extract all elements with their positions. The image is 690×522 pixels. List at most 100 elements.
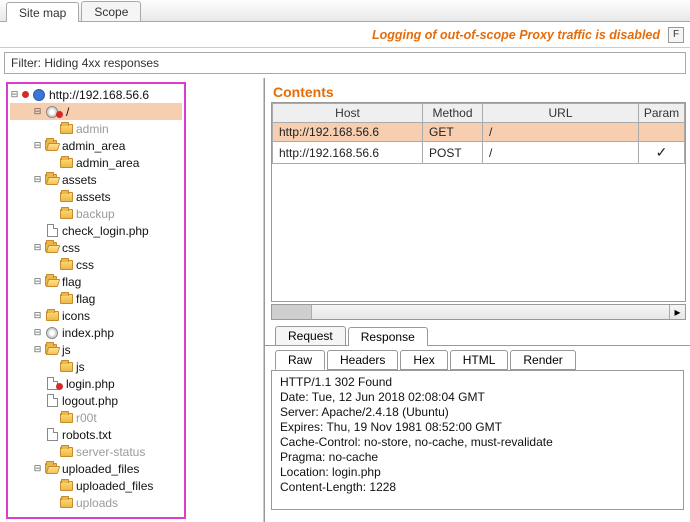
tree-node[interactable]: ⊟icons xyxy=(10,307,182,324)
scrollbar-thumb[interactable] xyxy=(272,305,312,319)
raw-line: Server: Apache/2.4.18 (Ubuntu) xyxy=(280,405,675,420)
top-tabs: Site map Scope xyxy=(0,0,690,22)
tab-hex[interactable]: Hex xyxy=(400,350,447,370)
expand-icon[interactable] xyxy=(47,481,56,490)
expand-icon[interactable] xyxy=(33,379,42,388)
tree-root[interactable]: ⊟ http://192.168.56.6 xyxy=(10,86,182,103)
expand-icon[interactable] xyxy=(47,260,56,269)
tree-node[interactable]: logout.php xyxy=(10,392,182,409)
tree-node[interactable]: assets xyxy=(10,188,182,205)
expand-icon[interactable]: ⊟ xyxy=(33,175,42,184)
scroll-right-icon[interactable]: ▸ xyxy=(669,305,685,319)
main-split: ·EEBUF ⊟ http://192.168.56.6 ⊟/admin⊟adm… xyxy=(0,78,690,522)
response-view-tabs: Raw Headers Hex HTML Render xyxy=(265,346,690,370)
expand-icon[interactable] xyxy=(47,192,56,201)
raw-line: Pragma: no-cache xyxy=(280,450,675,465)
table-row[interactable]: http://192.168.56.6GET/ xyxy=(273,123,685,142)
tree-node[interactable]: ⊟admin_area xyxy=(10,137,182,154)
tree-node-label: flag xyxy=(76,292,95,306)
response-raw-text[interactable]: HTTP/1.1 302 FoundDate: Tue, 12 Jun 2018… xyxy=(271,370,684,510)
col-method[interactable]: Method xyxy=(423,104,483,123)
tree-node-label: css xyxy=(62,241,80,255)
expand-icon[interactable]: ⊟ xyxy=(33,107,42,116)
tree-node[interactable]: ⊟ css xyxy=(10,239,182,256)
tree-node-label: / xyxy=(66,105,69,119)
expand-icon[interactable] xyxy=(47,498,56,507)
tree-node[interactable]: uploaded_files xyxy=(10,477,182,494)
tree-node[interactable]: ⊟flag xyxy=(10,273,182,290)
expand-icon[interactable]: ⊟ xyxy=(33,464,42,473)
tree-node[interactable]: ⊟js xyxy=(10,341,182,358)
folder-icon xyxy=(59,411,73,425)
contents-title: Contents xyxy=(265,78,690,102)
tab-request[interactable]: Request xyxy=(275,326,346,345)
expand-icon[interactable] xyxy=(47,294,56,303)
tree-node[interactable]: js xyxy=(10,358,182,375)
expand-icon[interactable] xyxy=(47,447,56,456)
tree-node[interactable]: flag xyxy=(10,290,182,307)
tree-node-label: robots.txt xyxy=(62,428,111,442)
horizontal-scrollbar[interactable]: ▸ xyxy=(271,304,686,320)
tree-node[interactable]: ⊟assets xyxy=(10,171,182,188)
tab-scope[interactable]: Scope xyxy=(81,1,141,21)
cell-method: POST xyxy=(423,142,483,164)
expand-icon[interactable]: ⊟ xyxy=(33,277,42,286)
expand-icon[interactable] xyxy=(47,413,56,422)
right-panel: Contents Host Method URL Param http://19… xyxy=(264,78,690,522)
folder-icon xyxy=(45,309,59,323)
col-host[interactable]: Host xyxy=(273,104,423,123)
issue-dot-icon xyxy=(56,383,63,390)
tree-node-label: assets xyxy=(76,190,111,204)
expand-icon[interactable]: ⊟ xyxy=(33,311,42,320)
tree-node[interactable]: login.php xyxy=(10,375,182,392)
expand-icon[interactable] xyxy=(47,209,56,218)
tree-node[interactable]: backup xyxy=(10,205,182,222)
expand-icon[interactable] xyxy=(33,430,42,439)
tab-render[interactable]: Render xyxy=(510,350,575,370)
gear-icon xyxy=(45,326,59,340)
expand-icon[interactable] xyxy=(33,396,42,405)
tree-highlight-box: ⊟ http://192.168.56.6 ⊟/admin⊟admin_area… xyxy=(6,82,186,519)
folder-icon xyxy=(59,445,73,459)
banner-config-button[interactable]: F xyxy=(668,27,684,43)
cell-host: http://192.168.56.6 xyxy=(273,142,423,164)
tree-node-label: uploaded_files xyxy=(76,479,153,493)
expand-icon[interactable] xyxy=(47,124,56,133)
tree-node[interactable]: uploads xyxy=(10,494,182,511)
expand-icon[interactable]: ⊟ xyxy=(33,345,42,354)
tree-node[interactable]: css xyxy=(10,256,182,273)
tab-headers[interactable]: Headers xyxy=(327,350,398,370)
col-url[interactable]: URL xyxy=(483,104,639,123)
tab-response[interactable]: Response xyxy=(348,327,428,346)
tree-node[interactable]: admin xyxy=(10,120,182,137)
file-icon xyxy=(45,394,59,408)
tab-html[interactable]: HTML xyxy=(450,350,509,370)
cell-params: ✓ xyxy=(639,142,685,164)
expand-icon[interactable]: ⊟ xyxy=(33,243,42,252)
tree-node[interactable]: r00t xyxy=(10,409,182,426)
expand-icon[interactable]: ⊟ xyxy=(33,328,42,337)
folder-icon xyxy=(59,190,73,204)
table-row[interactable]: http://192.168.56.6POST/✓ xyxy=(273,142,685,164)
tree-node[interactable]: ⊟/ xyxy=(10,103,182,120)
folder-icon xyxy=(59,207,73,221)
tree-node[interactable]: admin_area xyxy=(10,154,182,171)
tab-sitemap[interactable]: Site map xyxy=(6,2,79,22)
tree-node[interactable]: ⊟index.php xyxy=(10,324,182,341)
expand-icon[interactable] xyxy=(47,158,56,167)
expand-icon[interactable] xyxy=(47,362,56,371)
tab-raw[interactable]: Raw xyxy=(275,350,325,370)
expand-icon[interactable]: ⊟ xyxy=(10,90,19,99)
col-params[interactable]: Param xyxy=(639,104,685,123)
filter-bar[interactable]: Filter: Hiding 4xx responses xyxy=(4,52,686,74)
folderop-icon xyxy=(45,139,59,153)
tree-node[interactable]: ⊟uploaded_files xyxy=(10,460,182,477)
folder-icon xyxy=(59,496,73,510)
tree-node[interactable]: check_login.php xyxy=(10,222,182,239)
contents-table[interactable]: Host Method URL Param http://192.168.56.… xyxy=(272,103,685,164)
raw-line: Location: login.php xyxy=(280,465,675,480)
expand-icon[interactable]: ⊟ xyxy=(33,141,42,150)
tree-node[interactable]: robots.txt xyxy=(10,426,182,443)
tree-node[interactable]: server-status xyxy=(10,443,182,460)
expand-icon[interactable] xyxy=(33,226,42,235)
